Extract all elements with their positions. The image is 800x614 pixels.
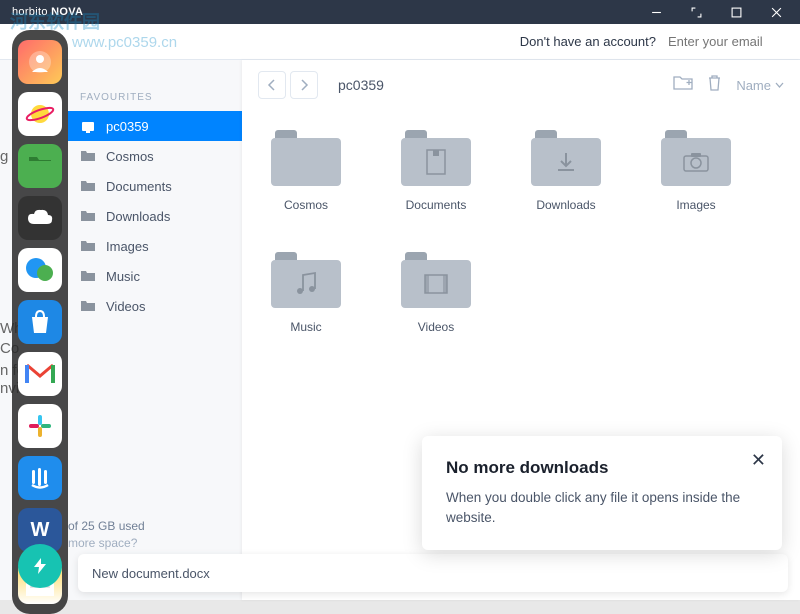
background-text: g bbox=[0, 148, 8, 165]
folder-label: Videos bbox=[418, 320, 454, 334]
sidebar-item-downloads[interactable]: Downloads bbox=[68, 201, 242, 231]
planet-icon[interactable] bbox=[18, 92, 62, 136]
fullscreen-button[interactable] bbox=[676, 0, 716, 24]
folder-grid: Cosmos Documents Downloads Images Music … bbox=[242, 110, 800, 354]
favourites-header: FAVOURITES bbox=[68, 84, 242, 111]
maximize-button[interactable] bbox=[716, 0, 756, 24]
tooltip-popup: ✕ No more downloads When you double clic… bbox=[422, 436, 782, 551]
sidebar-item-label: Documents bbox=[106, 179, 172, 194]
toolbar: pc0359 Name bbox=[242, 60, 800, 110]
folder-images[interactable]: Images bbox=[656, 130, 736, 212]
email-field[interactable] bbox=[668, 34, 788, 49]
minimize-button[interactable] bbox=[636, 0, 676, 24]
breadcrumb: pc0359 bbox=[338, 77, 384, 93]
avatar-icon[interactable] bbox=[18, 40, 62, 84]
sidebar-item-pc0359[interactable]: pc0359 bbox=[68, 111, 242, 141]
close-button[interactable] bbox=[756, 0, 796, 24]
account-bar: Don't have an account? bbox=[0, 24, 800, 60]
new-folder-icon[interactable] bbox=[673, 75, 693, 96]
close-icon[interactable]: ✕ bbox=[751, 450, 766, 471]
slack-icon[interactable] bbox=[18, 404, 62, 448]
folder-music[interactable]: Music bbox=[266, 252, 346, 334]
trash-icon[interactable] bbox=[707, 74, 722, 96]
titlebar: horbito NOVA bbox=[0, 0, 800, 24]
tooltip-body: When you double click any file it opens … bbox=[446, 488, 758, 529]
folder-label: Images bbox=[676, 198, 715, 212]
sidebar-item-label: Videos bbox=[106, 299, 146, 314]
account-prompt: Don't have an account? bbox=[520, 34, 656, 49]
quick-action-button[interactable] bbox=[18, 544, 62, 588]
folder-label: Documents bbox=[406, 198, 467, 212]
cloud-app-icon[interactable] bbox=[18, 196, 62, 240]
store-icon[interactable] bbox=[18, 300, 62, 344]
folder-label: Music bbox=[290, 320, 321, 334]
folder-downloads[interactable]: Downloads bbox=[526, 130, 606, 212]
messages-icon[interactable] bbox=[18, 248, 62, 292]
sidebar-item-label: pc0359 bbox=[106, 119, 149, 134]
storage-info: of 25 GB used more space? bbox=[68, 519, 145, 550]
folder-label: Cosmos bbox=[284, 198, 328, 212]
sidebar-item-cosmos[interactable]: Cosmos bbox=[68, 141, 242, 171]
files-app-icon[interactable] bbox=[18, 144, 62, 188]
sidebar-item-label: Music bbox=[106, 269, 140, 284]
forward-button[interactable] bbox=[290, 71, 318, 99]
folder-documents[interactable]: Documents bbox=[396, 130, 476, 212]
sidebar-item-label: Downloads bbox=[106, 209, 170, 224]
folder-cosmos[interactable]: Cosmos bbox=[266, 130, 346, 212]
dock-bottom bbox=[12, 544, 68, 588]
sidebar-item-label: Cosmos bbox=[106, 149, 154, 164]
folder-label: Downloads bbox=[536, 198, 595, 212]
folder-videos[interactable]: Videos bbox=[396, 252, 476, 334]
app-brand: horbito NOVA bbox=[4, 6, 83, 18]
intercom-icon[interactable] bbox=[18, 456, 62, 500]
new-document-bar[interactable]: New document.docx bbox=[78, 554, 788, 592]
sidebar-item-documents[interactable]: Documents bbox=[68, 171, 242, 201]
back-button[interactable] bbox=[258, 71, 286, 99]
gmail-icon[interactable] bbox=[18, 352, 62, 396]
sidebar-item-videos[interactable]: Videos bbox=[68, 291, 242, 321]
sidebar-item-images[interactable]: Images bbox=[68, 231, 242, 261]
sort-dropdown[interactable]: Name bbox=[736, 78, 784, 93]
sidebar-item-label: Images bbox=[106, 239, 149, 254]
tooltip-title: No more downloads bbox=[446, 458, 758, 478]
app-dock: W bbox=[12, 30, 68, 614]
sidebar-item-music[interactable]: Music bbox=[68, 261, 242, 291]
new-document-name: New document.docx bbox=[92, 566, 210, 581]
window-controls bbox=[636, 0, 796, 24]
